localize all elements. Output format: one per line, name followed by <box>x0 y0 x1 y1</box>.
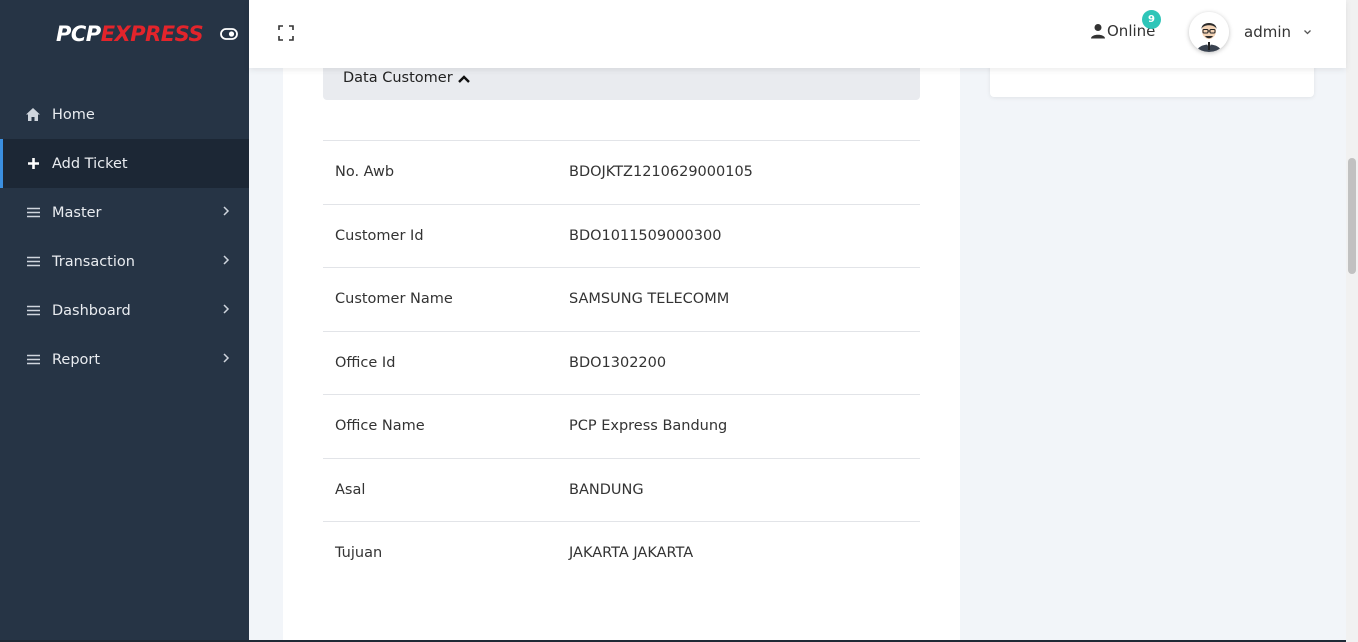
customer-card: Data Customer No. Awb BDOJKTZ12106290001… <box>283 0 960 642</box>
table-row: Customer Id BDO1011509000300 <box>323 203 920 268</box>
plus-icon <box>25 156 41 172</box>
sidebar-item-label: Master <box>52 204 102 221</box>
chevron-right-icon <box>223 304 230 314</box>
sidebar-item-dashboard[interactable]: Dashboard <box>0 286 249 335</box>
field-value: BANDUNG <box>569 481 644 498</box>
online-count-badge: 9 <box>1142 10 1161 29</box>
field-label: Customer Name <box>335 291 453 308</box>
scrollbar-thumb[interactable] <box>1348 158 1356 274</box>
field-value: BDO1302200 <box>569 354 667 371</box>
fullscreen-icon[interactable] <box>278 25 294 41</box>
sidebar-item-label: Dashboard <box>52 302 131 319</box>
chevron-up-icon <box>457 75 470 83</box>
sidebar-item-report[interactable]: Report <box>0 335 249 384</box>
field-value: JAKARTA JAKARTA <box>569 545 694 562</box>
sidebar-item-label: Home <box>52 106 95 123</box>
field-label: Tujuan <box>335 545 383 562</box>
sidebar-item-label: Transaction <box>52 253 135 270</box>
user-name[interactable]: admin <box>1244 23 1291 41</box>
sidebar-item-label: Report <box>52 351 101 368</box>
brand-area: PCPEXPRESS <box>0 0 249 68</box>
avatar-image <box>1189 12 1229 52</box>
sidebar-item-home[interactable]: Home <box>0 90 249 139</box>
chevron-down-icon[interactable] <box>1303 28 1312 36</box>
customer-details-table: No. Awb BDOJKTZ1210629000105 Customer Id… <box>323 140 920 585</box>
sidebar: PCPEXPRESS Home Add Ticket Master Transa… <box>0 0 249 642</box>
field-value: BDO1011509000300 <box>569 227 722 244</box>
section-title: Data Customer <box>343 70 453 86</box>
sidebar-item-master[interactable]: Master <box>0 188 249 237</box>
table-row: Customer Name SAMSUNG TELECOMM <box>323 267 920 331</box>
table-row: No. Awb BDOJKTZ1210629000105 <box>323 140 920 204</box>
field-value: BDOJKTZ1210629000105 <box>569 164 753 181</box>
avatar[interactable] <box>1189 12 1229 52</box>
sidebar-item-add-ticket[interactable]: Add Ticket <box>0 139 249 188</box>
field-label: No. Awb <box>335 164 395 181</box>
chevron-right-icon <box>223 353 230 363</box>
sidebar-toggle-icon[interactable] <box>219 24 239 44</box>
chevron-right-icon <box>223 255 230 265</box>
field-label: Office Id <box>335 354 396 371</box>
table-row: Office Id BDO1302200 <box>323 330 920 395</box>
table-row: Tujuan JAKARTA JAKARTA <box>323 521 920 585</box>
field-label: Customer Id <box>335 227 424 244</box>
sidebar-item-transaction[interactable]: Transaction <box>0 237 249 286</box>
page-scrollbar[interactable] <box>1346 0 1358 642</box>
topbar: Online 9 admin <box>249 0 1346 68</box>
home-icon <box>25 107 41 123</box>
field-label: Office Name <box>335 418 425 435</box>
menu-icon <box>25 254 41 270</box>
user-icon <box>1091 24 1105 39</box>
field-value: SAMSUNG TELECOMM <box>569 291 730 308</box>
field-label: Asal <box>335 481 366 498</box>
menu-icon <box>25 303 41 319</box>
table-row: Office Name PCP Express Bandung <box>323 394 920 458</box>
table-row: Asal BANDUNG <box>323 457 920 522</box>
menu-icon <box>25 205 41 221</box>
sidebar-item-label: Add Ticket <box>52 155 128 172</box>
field-value: PCP Express Bandung <box>569 418 728 435</box>
sidebar-nav: Home Add Ticket Master Transaction Dashb… <box>0 90 249 384</box>
pcp-express-logo[interactable]: PCPEXPRESS <box>56 22 204 46</box>
chevron-right-icon <box>223 206 230 216</box>
menu-icon <box>25 352 41 368</box>
